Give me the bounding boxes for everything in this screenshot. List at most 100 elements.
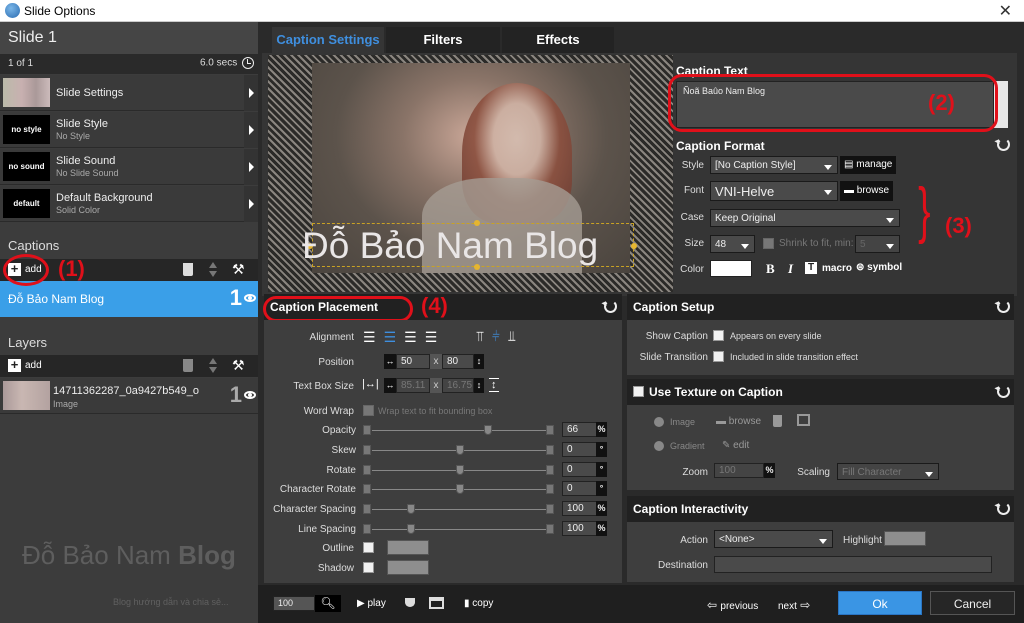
align-left-icon[interactable]: ☰ bbox=[363, 329, 384, 345]
slide-preview[interactable]: Đỗ Bảo Nam Blog bbox=[268, 55, 673, 292]
reset-texture-icon[interactable] bbox=[997, 385, 1010, 398]
slider-increment-button[interactable] bbox=[546, 504, 554, 514]
window-icon[interactable] bbox=[429, 597, 444, 609]
slider-decrement-button[interactable] bbox=[363, 445, 371, 455]
slider-thumb[interactable] bbox=[456, 445, 464, 455]
align-right-icon[interactable]: ☰ bbox=[404, 329, 425, 345]
manage-button[interactable]: ▤ manage bbox=[840, 156, 897, 174]
shrink-min-select[interactable]: 5 bbox=[855, 235, 900, 253]
slider-decrement-button[interactable] bbox=[363, 524, 371, 534]
slider-thumb[interactable] bbox=[484, 425, 492, 435]
outline-checkbox[interactable] bbox=[363, 542, 374, 553]
slider-decrement-button[interactable] bbox=[363, 484, 371, 494]
slider-increment-button[interactable] bbox=[546, 445, 554, 455]
fit-height-icon[interactable]: ↕ bbox=[489, 378, 499, 392]
slider-thumb[interactable] bbox=[456, 465, 464, 475]
slide-transition-checkbox[interactable] bbox=[713, 351, 724, 362]
export-icon[interactable] bbox=[797, 414, 810, 426]
slider-decrement-button[interactable] bbox=[363, 425, 371, 435]
slider-value-input[interactable]: 100 bbox=[562, 521, 598, 536]
texture-zoom-input[interactable]: 100 bbox=[714, 463, 764, 478]
tab-caption-settings[interactable]: Caption Settings bbox=[272, 27, 384, 53]
zoom-level-input[interactable]: 100 bbox=[273, 596, 315, 611]
add-layer-button[interactable]: + add bbox=[8, 358, 42, 372]
align-center-icon[interactable]: ☰ bbox=[384, 329, 405, 345]
reorder-icon[interactable] bbox=[209, 262, 217, 278]
slide-style-row[interactable]: no style Slide Style No Style bbox=[0, 112, 258, 148]
reset-format-icon[interactable] bbox=[997, 138, 1010, 151]
eye-icon[interactable] bbox=[244, 294, 256, 302]
cancel-button[interactable]: Cancel bbox=[930, 591, 1015, 615]
symbol-button[interactable]: ⊜ symbol bbox=[856, 262, 902, 273]
shadow-color-swatch[interactable] bbox=[387, 560, 429, 575]
resize-handle[interactable] bbox=[631, 243, 637, 249]
action-select[interactable]: <None> bbox=[714, 530, 833, 548]
slider-value-input[interactable]: 0 bbox=[562, 481, 598, 496]
shrink-to-fit-checkbox[interactable] bbox=[763, 238, 774, 249]
box-width-input[interactable]: 85.11 bbox=[396, 378, 430, 393]
reset-interactivity-icon[interactable] bbox=[997, 502, 1010, 515]
destination-input[interactable] bbox=[714, 556, 992, 573]
size-select[interactable]: 48 bbox=[710, 235, 755, 253]
texture-browse-button[interactable]: ▬ browse bbox=[716, 416, 761, 427]
slider-decrement-button[interactable] bbox=[363, 465, 371, 475]
slider-increment-button[interactable] bbox=[546, 524, 554, 534]
layer-list-item[interactable]: 14711362287_0a9427b549_o Image 1 bbox=[0, 378, 258, 414]
shadow-checkbox[interactable] bbox=[363, 562, 374, 573]
text-style-button[interactable]: T bbox=[805, 262, 817, 274]
slider-decrement-button[interactable] bbox=[363, 504, 371, 514]
slide-sound-row[interactable]: no sound Slide Sound No Slide Sound bbox=[0, 149, 258, 185]
ok-button[interactable]: Ok bbox=[838, 591, 922, 615]
align-top-icon[interactable]: ⫪ bbox=[476, 328, 492, 344]
italic-button[interactable]: I bbox=[788, 261, 793, 277]
caption-list-item[interactable]: Đỗ Bảo Nam Blog 1 bbox=[0, 281, 258, 317]
align-middle-icon[interactable]: ⫩ bbox=[492, 328, 508, 344]
show-caption-checkbox[interactable] bbox=[713, 330, 724, 341]
marker-icon[interactable] bbox=[405, 598, 415, 607]
font-select[interactable]: VNI-Helve bbox=[710, 181, 838, 201]
image-radio[interactable] bbox=[654, 417, 664, 427]
trash-icon[interactable] bbox=[773, 415, 782, 427]
tab-filters[interactable]: Filters bbox=[386, 27, 500, 53]
play-button[interactable]: ▶ play bbox=[357, 598, 386, 609]
tab-effects[interactable]: Effects bbox=[502, 27, 614, 53]
slide-duration[interactable]: 6.0 secs bbox=[200, 57, 254, 69]
next-button[interactable]: next ⇨ bbox=[778, 598, 810, 612]
slider-increment-button[interactable] bbox=[546, 484, 554, 494]
tools-icon[interactable]: ⚒ bbox=[232, 261, 245, 278]
case-select[interactable]: Keep Original bbox=[710, 209, 900, 227]
slider-value-input[interactable]: 0 bbox=[562, 462, 598, 477]
reset-placement-icon[interactable] bbox=[604, 300, 617, 313]
align-bottom-icon[interactable]: ⫫ bbox=[508, 328, 524, 344]
slider-track[interactable] bbox=[372, 430, 548, 431]
position-y-input[interactable]: 80 bbox=[442, 354, 474, 369]
trash-icon[interactable] bbox=[183, 263, 193, 276]
tools-icon[interactable]: ⚒ bbox=[232, 357, 245, 374]
style-select[interactable]: [No Caption Style] bbox=[710, 156, 838, 174]
slide-settings-row[interactable]: Slide Settings bbox=[0, 75, 258, 111]
outline-color-swatch[interactable] bbox=[387, 540, 429, 555]
default-background-row[interactable]: default Default Background Solid Color bbox=[0, 186, 258, 222]
search-icon[interactable]: 🔍︎ bbox=[315, 595, 341, 612]
scaling-select[interactable]: Fill Character bbox=[837, 463, 939, 480]
close-icon[interactable]: ✕ bbox=[999, 1, 1012, 21]
bold-button[interactable]: B bbox=[766, 261, 775, 277]
slider-thumb[interactable] bbox=[456, 484, 464, 494]
slider-increment-button[interactable] bbox=[546, 425, 554, 435]
eye-icon[interactable] bbox=[244, 391, 256, 399]
reorder-icon[interactable] bbox=[209, 358, 217, 374]
highlight-color-swatch[interactable] bbox=[884, 531, 926, 546]
slider-value-input[interactable]: 100 bbox=[562, 501, 598, 516]
browse-font-button[interactable]: ▬ browse bbox=[840, 181, 894, 201]
box-height-input[interactable]: 16.75 bbox=[442, 378, 474, 393]
word-wrap-checkbox[interactable] bbox=[363, 405, 374, 416]
previous-button[interactable]: ⇦ previous bbox=[707, 598, 758, 612]
trash-icon[interactable] bbox=[183, 359, 193, 372]
slider-thumb[interactable] bbox=[407, 504, 415, 514]
gradient-radio[interactable] bbox=[654, 441, 664, 451]
preview-caption-text[interactable]: Đỗ Bảo Nam Blog bbox=[302, 225, 598, 267]
fit-width-icon[interactable]: |↔| bbox=[362, 378, 379, 390]
slider-value-input[interactable]: 0 bbox=[562, 442, 598, 457]
slider-increment-button[interactable] bbox=[546, 465, 554, 475]
slider-thumb[interactable] bbox=[407, 524, 415, 534]
